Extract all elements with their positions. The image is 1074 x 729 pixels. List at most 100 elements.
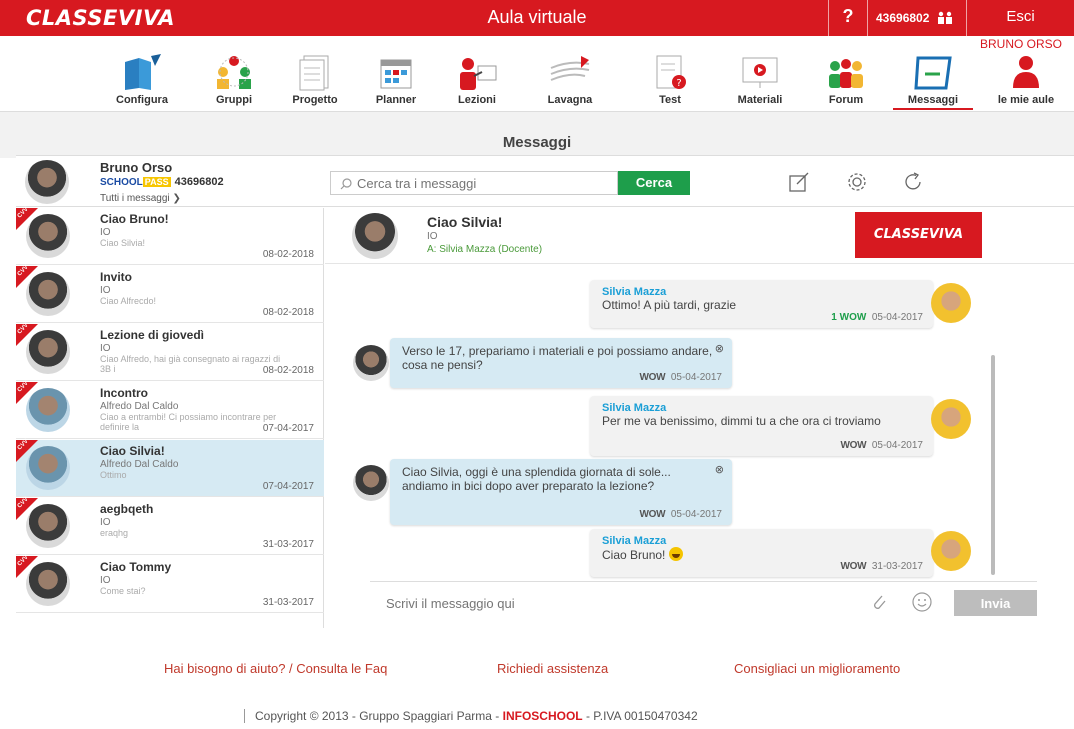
message-bubble-outgoing: ⊗ Ciao Silvia, oggi è una splendida gior… — [390, 459, 732, 525]
refresh-icon[interactable] — [902, 171, 924, 193]
nav-label: Lavagna — [547, 94, 593, 106]
test-icon: ? — [656, 55, 686, 89]
list-item[interactable]: CVV Ciao Tommy IO Come stai? 31-03-2017 — [16, 555, 324, 613]
message-bubble: Silvia Mazza Ciao Bruno! WOW 31-03-2017 — [590, 529, 933, 577]
conversation-title: Ciao Silvia! — [100, 444, 165, 458]
copyright-text: Copyright © 2013 - Gruppo Spaggiari Parm… — [255, 709, 503, 723]
conversation-from: IO — [100, 227, 111, 238]
chat-recipient: A: Silvia Mazza (Docente) — [427, 244, 543, 255]
user-code[interactable]: 43696802 — [876, 11, 954, 25]
search-box[interactable] — [330, 171, 618, 195]
list-item[interactable]: CVV aegbqeth IO eraqhg 31-03-2017 — [16, 497, 324, 555]
conversation-from: IO — [100, 575, 111, 586]
nav-materiali[interactable]: Materiali — [720, 52, 800, 106]
message-meta: 1 WOW 05-04-2017 — [831, 312, 923, 323]
book-icon — [125, 54, 161, 90]
conversation-title: Lezione di giovedì — [100, 328, 205, 342]
nav-configura[interactable]: Configura — [102, 52, 182, 106]
compose-bar: Invia — [370, 581, 1037, 621]
avatar — [931, 283, 971, 323]
support-link[interactable]: Richiedi assistenza — [497, 661, 608, 676]
chat-from: IO — [427, 231, 438, 242]
conversation-title: Incontro — [100, 386, 148, 400]
nav-progetto[interactable]: Progetto — [275, 52, 355, 106]
search-input[interactable] — [357, 174, 612, 192]
search-button[interactable]: Cerca — [618, 171, 690, 195]
conversation-date: 08-02-2018 — [262, 249, 314, 260]
list-item[interactable]: CVV Invito IO Ciao Alfrecdo! 08-02-2018 — [16, 265, 324, 323]
conversation-from: Alfredo Dal Caldo — [100, 401, 179, 412]
avatar — [26, 446, 70, 490]
list-item-selected[interactable]: CVV Ciao Silvia! Alfredo Dal Caldo Ottim… — [16, 439, 324, 497]
wow-label[interactable]: WOW — [640, 509, 666, 520]
wow-label[interactable]: WOW — [841, 561, 867, 572]
attachment-icon[interactable] — [870, 592, 888, 612]
emoji-icon[interactable] — [911, 591, 933, 613]
profile-row: Bruno Orso SCHOOL PASS 43696802 Tutti i me… — [16, 155, 1074, 207]
message-thread[interactable]: Silvia Mazza Ottimo! A più tardi, grazie… — [325, 265, 1074, 580]
nav-mie-aule[interactable]: le mie aule — [986, 52, 1066, 106]
chat-panel: Ciao Silvia! IO A: Silvia Mazza (Docente… — [325, 208, 1074, 628]
nav-label: Forum — [828, 94, 864, 106]
help-button[interactable]: ? — [828, 0, 868, 36]
scrollbar[interactable] — [991, 355, 995, 575]
avatar — [26, 504, 70, 548]
message-text: Per me va benissimo, dimmi tu a che ora … — [602, 414, 881, 428]
message-date: 05-04-2017 — [871, 312, 923, 323]
conversation-from: IO — [100, 343, 111, 354]
message-text: Ciao Bruno! — [602, 548, 666, 562]
nav-lezioni[interactable]: Lezioni — [437, 52, 517, 106]
send-button[interactable]: Invia — [954, 590, 1037, 616]
profile-name: Bruno Orso — [100, 160, 173, 175]
nav-gruppi[interactable]: Gruppi — [194, 52, 274, 106]
faq-link[interactable]: Hai bisogno di aiuto? / Consulta le Faq — [164, 661, 387, 676]
nav-test[interactable]: ? Test — [630, 52, 710, 106]
wow-label[interactable]: WOW — [841, 440, 867, 451]
avatar — [26, 272, 70, 316]
message-meta: WOW 05-04-2017 — [640, 372, 722, 383]
settings-gear-icon[interactable] — [846, 171, 868, 193]
avatar — [26, 562, 70, 606]
message-meta: WOW 31-03-2017 — [841, 561, 923, 572]
conversation-preview: Ciao Alfredo, hai già consegnato ai raga… — [100, 354, 281, 374]
nav-label: Lezioni — [458, 94, 496, 106]
list-item[interactable]: CVV Ciao Bruno! IO Ciao Silvia! 08-02-20… — [16, 207, 324, 265]
logout-button[interactable]: Esci — [966, 0, 1074, 36]
nav-forum[interactable]: Forum — [806, 52, 886, 106]
list-item[interactable]: CVV Lezione di giovedì IO Ciao Alfredo, … — [16, 323, 324, 381]
conversation-date: 08-02-2018 — [262, 307, 314, 318]
conversation-from: Alfredo Dal Caldo — [100, 459, 179, 470]
message-input[interactable] — [386, 592, 836, 614]
conversation-date: 31-03-2017 — [262, 539, 314, 550]
feedback-link[interactable]: Consigliaci un miglioramento — [734, 661, 900, 676]
nav-label: Gruppi — [215, 94, 253, 106]
conversation-date: 07-04-2017 — [262, 481, 314, 492]
message-bubble-outgoing: ⊗ Verso le 17, prepariamo i materiali e … — [390, 338, 732, 388]
delete-message-icon[interactable]: ⊗ — [715, 463, 724, 476]
message-date: 05-04-2017 — [871, 440, 923, 451]
conversation-title: aegbqeth — [100, 502, 154, 516]
chat-title: Ciao Silvia! — [427, 214, 503, 230]
nav-planner[interactable]: Planner — [356, 52, 436, 106]
pass-label: PASS — [142, 177, 171, 187]
message-meta: WOW 05-04-2017 — [640, 509, 722, 520]
wow-label[interactable]: WOW — [640, 372, 666, 383]
conversation-preview: eraqhg — [100, 528, 129, 538]
compose-icon[interactable] — [788, 171, 810, 193]
list-item[interactable]: CVV Incontro Alfredo Dal Caldo Ciao a en… — [16, 381, 324, 439]
user-name: BRUNO ORSO — [979, 37, 1062, 51]
infoschool-label: INFOSCHOOL — [502, 709, 583, 723]
message-sender: Silvia Mazza — [602, 286, 667, 298]
message-date: 05-04-2017 — [670, 509, 722, 520]
top-bar: CLASSEVIVA Aula virtuale ? 43696802 Esci — [0, 0, 1074, 36]
conversation-list[interactable]: CVV Ciao Bruno! IO Ciao Silvia! 08-02-20… — [16, 207, 324, 628]
nav-label: Test — [659, 94, 681, 106]
nav-label: le mie aule — [997, 94, 1055, 106]
nav-messaggi[interactable]: Messaggi — [893, 52, 973, 110]
message-sender: Silvia Mazza — [602, 402, 667, 414]
wow-label[interactable]: WOW — [840, 312, 867, 323]
message-filter-dropdown[interactable]: Tutti i messaggi ❯ — [100, 193, 181, 204]
vat-text: - P.IVA 00150470342 — [582, 709, 698, 723]
delete-message-icon[interactable]: ⊗ — [715, 342, 724, 355]
nav-lavagna[interactable]: Lavagna — [530, 52, 610, 106]
